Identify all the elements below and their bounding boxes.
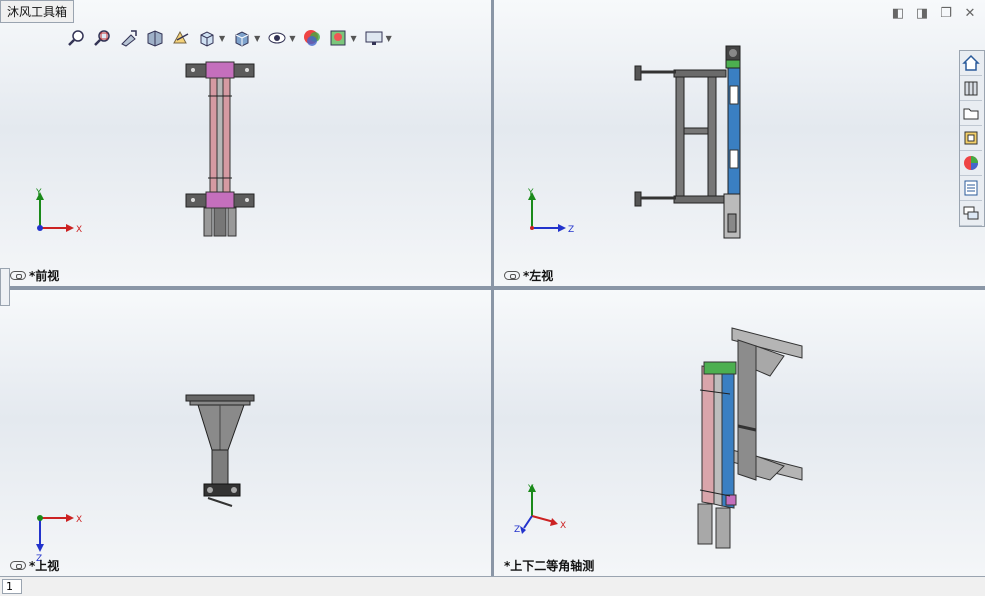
zoom-to-fit-icon[interactable] bbox=[66, 27, 88, 49]
svg-text:Y: Y bbox=[35, 188, 42, 198]
view-settings-icon[interactable] bbox=[363, 27, 385, 49]
chevron-down-icon[interactable]: ▼ bbox=[386, 34, 392, 43]
heads-up-view-toolbar: ▼ ▼ ▼ ▼ ▼ bbox=[66, 26, 394, 50]
feature-manager-handle[interactable] bbox=[0, 268, 10, 306]
link-view-icon[interactable] bbox=[10, 271, 26, 280]
view-palette-icon[interactable] bbox=[960, 126, 982, 151]
horizontal-viewport-splitter[interactable] bbox=[0, 286, 985, 290]
section-view-icon[interactable] bbox=[144, 27, 166, 49]
window-controls: ◧ ◨ ❐ ✕ bbox=[891, 6, 977, 21]
chevron-down-icon[interactable]: ▼ bbox=[350, 34, 356, 43]
apply-scene-icon[interactable] bbox=[327, 27, 349, 49]
custom-properties-icon[interactable] bbox=[960, 176, 982, 201]
hide-show-icon[interactable] bbox=[266, 27, 288, 49]
sheet-tab[interactable]: 1 bbox=[2, 579, 22, 594]
svg-text:X: X bbox=[76, 225, 82, 235]
next-window-icon[interactable]: ◨ bbox=[915, 6, 929, 21]
link-view-icon[interactable] bbox=[10, 561, 26, 570]
svg-text:Z: Z bbox=[514, 525, 520, 535]
top-axis-triad: X Z bbox=[36, 514, 82, 562]
chevron-down-icon[interactable]: ▼ bbox=[254, 34, 260, 43]
chevron-down-icon[interactable]: ▼ bbox=[219, 34, 225, 43]
addon-toolbox-tab[interactable]: 沐风工具箱 bbox=[0, 0, 75, 23]
isometric-axis-triad: Y X Z bbox=[514, 484, 566, 535]
dynamic-annotation-icon[interactable] bbox=[170, 27, 192, 49]
link-view-icon[interactable] bbox=[504, 271, 520, 280]
close-icon[interactable]: ✕ bbox=[963, 6, 977, 21]
design-library-icon[interactable] bbox=[960, 76, 982, 101]
task-pane-tabs bbox=[959, 50, 985, 227]
restore-icon[interactable]: ❐ bbox=[939, 6, 953, 21]
view-orientation-icon[interactable] bbox=[196, 27, 218, 49]
previous-view-icon[interactable] bbox=[118, 27, 140, 49]
left-view-model bbox=[634, 45, 741, 239]
left-axis-triad: Y Z bbox=[527, 188, 574, 235]
appearances-icon[interactable] bbox=[960, 151, 982, 176]
top-viewport[interactable]: X Z *上视 bbox=[0, 290, 491, 576]
edit-appearance-icon[interactable] bbox=[301, 27, 323, 49]
front-axis-triad: Y X bbox=[35, 188, 82, 235]
display-style-icon[interactable] bbox=[231, 27, 253, 49]
chevron-down-icon[interactable]: ▼ bbox=[289, 34, 295, 43]
svg-text:X: X bbox=[76, 515, 82, 525]
svg-text:Y: Y bbox=[527, 484, 534, 494]
status-bar: 1 bbox=[0, 576, 985, 596]
front-view-label: *前视 bbox=[10, 267, 59, 284]
isometric-viewport[interactable]: Y X Z *上下二等角轴测 bbox=[494, 290, 985, 576]
file-explorer-icon[interactable] bbox=[960, 101, 982, 126]
previous-window-icon[interactable]: ◧ bbox=[891, 6, 905, 21]
top-view-label: *上视 bbox=[10, 557, 59, 574]
svg-text:Z: Z bbox=[568, 225, 574, 235]
left-view-label: *左视 bbox=[504, 267, 553, 284]
left-viewport[interactable]: ◧ ◨ ❐ ✕ Y Z *左视 bbox=[494, 0, 985, 286]
isometric-view-label: *上下二等角轴测 bbox=[504, 559, 595, 573]
zoom-area-icon[interactable] bbox=[92, 27, 114, 49]
svg-text:X: X bbox=[560, 521, 566, 531]
forum-icon[interactable] bbox=[960, 201, 982, 226]
svg-text:Y: Y bbox=[527, 188, 534, 198]
home-icon[interactable] bbox=[960, 51, 982, 76]
